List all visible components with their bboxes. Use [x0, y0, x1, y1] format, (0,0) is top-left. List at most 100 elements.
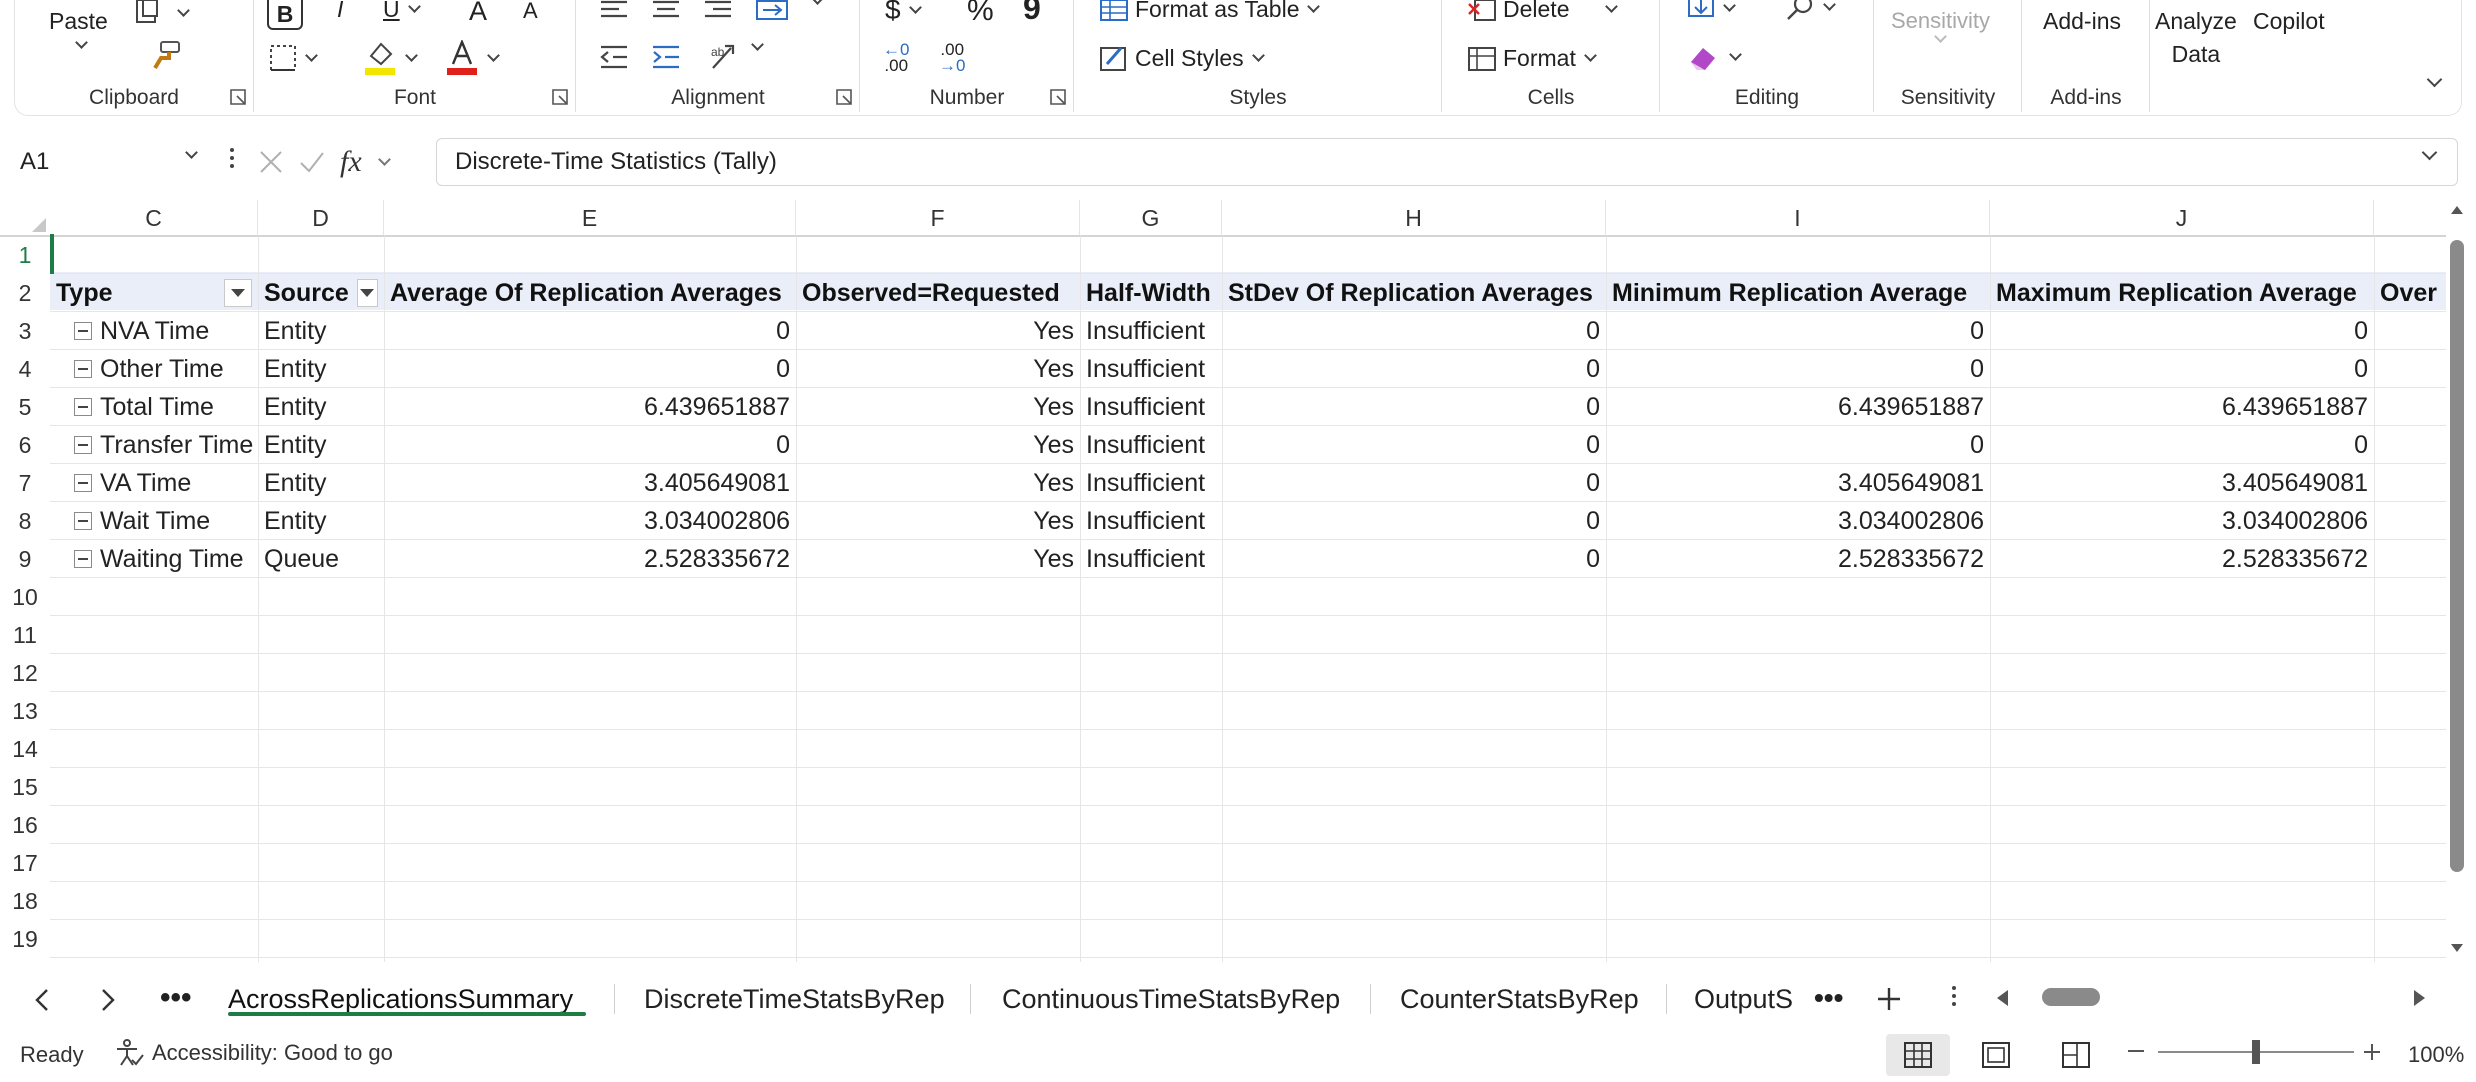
header-cell[interactable]: Maximum Replication Average — [1990, 274, 2374, 312]
copilot-button[interactable]: Copilot — [2253, 8, 2325, 35]
vertical-scroll-thumb[interactable] — [2450, 240, 2464, 872]
sheet-tab[interactable]: ContinuousTimeStatsByRep — [1002, 974, 1340, 1024]
sheet-tab-active[interactable]: AcrossReplicationsSummary — [228, 974, 573, 1024]
header-cell[interactable]: Half-Width — [1080, 274, 1222, 312]
row-header[interactable]: 4 — [0, 350, 50, 388]
header-cell[interactable]: StDev Of Replication Averages — [1222, 274, 1606, 312]
table-cell[interactable]: Entity — [258, 312, 384, 350]
insert-function-button[interactable]: fx — [340, 145, 362, 179]
header-cell[interactable]: Minimum Replication Average — [1606, 274, 1990, 312]
table-cell[interactable]: Queue — [258, 540, 384, 578]
increase-font-button[interactable]: A — [469, 0, 487, 27]
table-cell[interactable]: 3.034002806 — [1990, 502, 2374, 540]
row-header[interactable]: 9 — [0, 540, 50, 578]
row-header[interactable]: 5 — [0, 388, 50, 426]
table-cell[interactable]: Insufficient — [1080, 464, 1222, 502]
zoom-level[interactable]: 100% — [2408, 1042, 2464, 1068]
format-as-table-button[interactable]: Format as Table — [1099, 0, 1322, 23]
format-button[interactable]: Format — [1467, 44, 1599, 72]
filter-dropdown-icon[interactable] — [224, 279, 252, 307]
table-cell[interactable]: Insufficient — [1080, 350, 1222, 388]
italic-button[interactable]: I — [337, 0, 343, 23]
table-cell[interactable]: 0 — [1606, 426, 1990, 464]
align-right-icon[interactable] — [703, 0, 733, 20]
table-cell[interactable]: 0 — [1222, 502, 1606, 540]
fill-color-button[interactable] — [363, 40, 420, 76]
cancel-icon[interactable] — [258, 149, 284, 175]
underline-button[interactable]: U — [383, 0, 423, 23]
table-cell[interactable]: Entity — [258, 502, 384, 540]
delete-button[interactable]: Delete — [1467, 0, 1620, 23]
more-sheets-icon[interactable]: ••• — [160, 983, 192, 1013]
borders-button[interactable] — [269, 44, 320, 72]
type-cell[interactable]: Wait Time — [50, 502, 258, 540]
name-box[interactable]: A1 — [14, 140, 214, 184]
decrease-decimal-button[interactable]: .00 →0 — [939, 41, 965, 74]
collapse-icon[interactable] — [74, 360, 92, 378]
table-cell[interactable]: 3.034002806 — [1606, 502, 1990, 540]
analyze-data-button[interactable]: Analyze Data — [2155, 8, 2237, 68]
sheet-options-icon[interactable] — [1952, 986, 1956, 1006]
table-cell[interactable]: Yes — [796, 312, 1080, 350]
dialog-launcher-icon[interactable] — [1049, 88, 1067, 106]
row-header[interactable]: 16 — [0, 806, 50, 844]
increase-decimal-button[interactable]: ←0.00 — [883, 41, 909, 74]
table-cell[interactable]: Yes — [796, 502, 1080, 540]
type-cell[interactable]: Other Time — [50, 350, 258, 388]
page-break-preview-button[interactable] — [2044, 1034, 2108, 1076]
type-cell[interactable]: Total Time — [50, 388, 258, 426]
merge-center-icon[interactable] — [755, 0, 791, 22]
table-cell[interactable]: 0 — [1222, 388, 1606, 426]
table-cell[interactable]: 6.439651887 — [1606, 388, 1990, 426]
enter-icon[interactable] — [298, 149, 326, 175]
row-header[interactable]: 15 — [0, 768, 50, 806]
copy-icon[interactable] — [133, 0, 192, 26]
paste-dropdown[interactable] — [73, 36, 90, 49]
formula-input[interactable]: Discrete-Time Statistics (Tally) — [436, 138, 2458, 186]
collapse-icon[interactable] — [74, 322, 92, 340]
sheet-tab[interactable]: OutputS — [1694, 974, 1793, 1024]
normal-view-button[interactable] — [1886, 1034, 1950, 1076]
table-cell[interactable]: Insufficient — [1080, 426, 1222, 464]
paste-button[interactable]: Paste — [49, 8, 108, 35]
row-header[interactable]: 1 — [0, 236, 50, 274]
sheet-tab[interactable]: CounterStatsByRep — [1400, 974, 1639, 1024]
table-cell[interactable]: 0 — [1990, 312, 2374, 350]
currency-button[interactable]: $ — [885, 0, 924, 26]
orientation-icon[interactable]: ab — [709, 42, 743, 72]
comma-style-button[interactable]: 9 — [1023, 0, 1041, 27]
table-cell[interactable]: 0 — [1606, 312, 1990, 350]
fx-dropdown-icon[interactable] — [377, 152, 391, 166]
cell-styles-button[interactable]: Cell Styles — [1099, 44, 1267, 72]
worksheet-grid[interactable]: C D E F G H I J 1 2 3 4 5 6 7 8 9 10 11 12 13 14 15 16 1… — [0, 200, 2446, 962]
table-cell[interactable]: 0 — [1606, 350, 1990, 388]
scroll-left-icon[interactable] — [1994, 988, 2010, 1008]
column-header[interactable]: F — [796, 200, 1080, 236]
expand-formula-icon[interactable] — [2421, 144, 2438, 161]
collapse-icon[interactable] — [74, 550, 92, 568]
table-cell[interactable]: 3.405649081 — [1606, 464, 1990, 502]
table-cell[interactable]: 3.405649081 — [384, 464, 796, 502]
select-all-icon[interactable] — [30, 216, 48, 234]
header-cell[interactable]: Observed=Requested — [796, 274, 1080, 312]
row-header[interactable]: 18 — [0, 882, 50, 920]
bold-button[interactable]: B — [267, 0, 303, 30]
scroll-down-icon[interactable] — [2449, 942, 2465, 954]
table-cell[interactable]: 0 — [384, 312, 796, 350]
row-header[interactable]: 12 — [0, 654, 50, 692]
column-header[interactable]: D — [258, 200, 384, 236]
column-header[interactable]: C — [50, 200, 258, 236]
addins-button[interactable]: Add-ins — [2043, 8, 2121, 35]
more-tabs-icon[interactable]: ••• — [1814, 984, 1843, 1012]
vertical-scrollbar[interactable] — [2446, 200, 2468, 962]
ribbon-expand-icon[interactable] — [2425, 71, 2444, 88]
collapse-icon[interactable] — [74, 474, 92, 492]
table-cell[interactable]: 0 — [384, 426, 796, 464]
table-cell[interactable]: Entity — [258, 426, 384, 464]
type-cell[interactable]: VA Time — [50, 464, 258, 502]
table-cell[interactable]: 6.439651887 — [384, 388, 796, 426]
table-cell[interactable]: 0 — [1222, 350, 1606, 388]
table-cell[interactable]: Insufficient — [1080, 388, 1222, 426]
column-header[interactable]: H — [1222, 200, 1606, 236]
table-cell[interactable]: Insufficient — [1080, 540, 1222, 578]
